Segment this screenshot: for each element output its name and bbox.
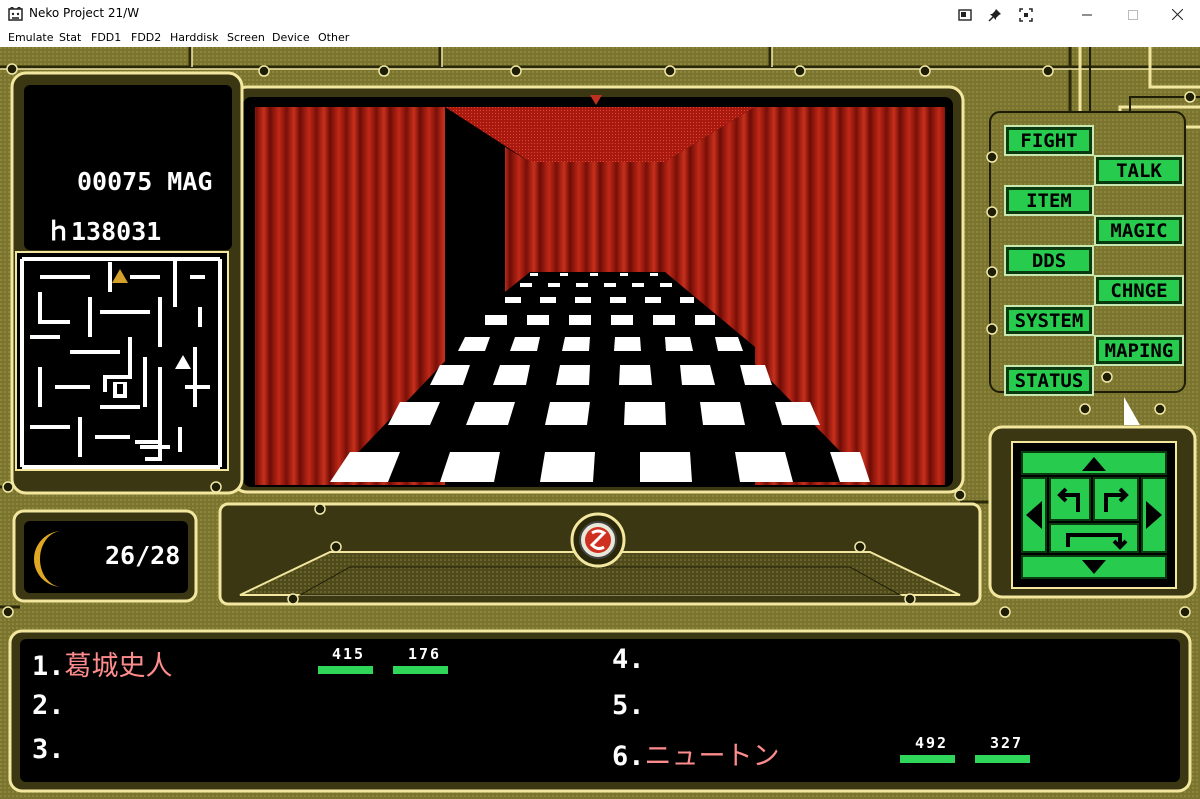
capture-icon[interactable] <box>1015 5 1037 25</box>
system-button[interactable]: SYSTEM <box>1004 305 1094 336</box>
menu-harddisk[interactable]: Harddisk <box>170 31 218 44</box>
member-1-mp-bar <box>393 666 448 674</box>
mag-counter: 00075 MAG <box>77 167 213 196</box>
member-6-hp-bar <box>900 755 955 763</box>
maximize-icon[interactable] <box>1110 0 1156 29</box>
window-mode-icon[interactable] <box>954 5 976 25</box>
title-bar: Neko Project 21/W <box>0 0 1200 29</box>
dds-button[interactable]: DDS <box>1004 245 1094 276</box>
close-icon[interactable] <box>1154 0 1200 29</box>
member-1-mp: 176 <box>408 645 442 663</box>
menu-device[interactable]: Device <box>272 31 310 44</box>
dungeon-view <box>255 95 945 485</box>
party-slot-number: 1. <box>32 651 65 682</box>
party-member-1[interactable]: 1.葛城史人 <box>32 644 173 683</box>
party-member-6[interactable]: 6.ニュートン <box>612 734 780 773</box>
party-member-3[interactable]: 3. <box>32 734 65 765</box>
pin-icon[interactable] <box>984 5 1006 25</box>
member-1-hp-bar <box>318 666 373 674</box>
menu-screen[interactable]: Screen <box>227 31 265 44</box>
menu-stat[interactable]: Stat <box>59 31 81 44</box>
member-6-mp-bar <box>975 755 1030 763</box>
minimize-icon[interactable] <box>1064 0 1110 29</box>
neko-app-icon <box>8 7 23 21</box>
party-member-2[interactable]: 2. <box>32 690 65 721</box>
party-member-5[interactable]: 5. <box>612 690 645 721</box>
party-slot-number: 5. <box>612 690 645 721</box>
status-button[interactable]: STATUS <box>1004 365 1094 396</box>
party-slot-number: 2. <box>32 690 65 721</box>
menu-fdd1[interactable]: FDD1 <box>91 31 121 44</box>
party-member-4[interactable]: 4. <box>612 644 645 675</box>
change-button[interactable]: CHNGE <box>1094 275 1184 306</box>
party-member-name: ニュートン <box>644 741 780 772</box>
fight-button[interactable]: FIGHT <box>1004 125 1094 156</box>
menu-bar: Emulate Stat FDD1 FDD2 Harddisk Screen D… <box>0 29 1200 47</box>
member-1-hp: 415 <box>332 645 366 663</box>
party-member-name: 葛城史人 <box>64 651 173 682</box>
talk-button[interactable]: TALK <box>1094 155 1184 186</box>
window-title: Neko Project 21/W <box>29 6 140 20</box>
party-slot-number: 4. <box>612 644 645 675</box>
menu-fdd2[interactable]: FDD2 <box>131 31 161 44</box>
menu-emulate[interactable]: Emulate <box>8 31 54 44</box>
member-6-mp: 327 <box>990 734 1024 752</box>
game-background <box>0 47 1200 799</box>
menu-other[interactable]: Other <box>318 31 349 44</box>
maping-button[interactable]: MAPING <box>1094 335 1184 366</box>
money-counter: ｈ138031 <box>46 217 162 246</box>
direction-pad <box>1021 451 1167 579</box>
party-slot-number: 6. <box>612 741 645 772</box>
member-6-hp: 492 <box>915 734 949 752</box>
party-slot-number: 3. <box>32 734 65 765</box>
magic-button[interactable]: MAGIC <box>1094 215 1184 246</box>
moon-phase: 26/28 <box>105 541 181 570</box>
emulator-screen[interactable]: 00075 MAG ｈ138031 26/28 FIGHT TALK ITEM … <box>0 47 1200 799</box>
item-button[interactable]: ITEM <box>1004 185 1094 216</box>
